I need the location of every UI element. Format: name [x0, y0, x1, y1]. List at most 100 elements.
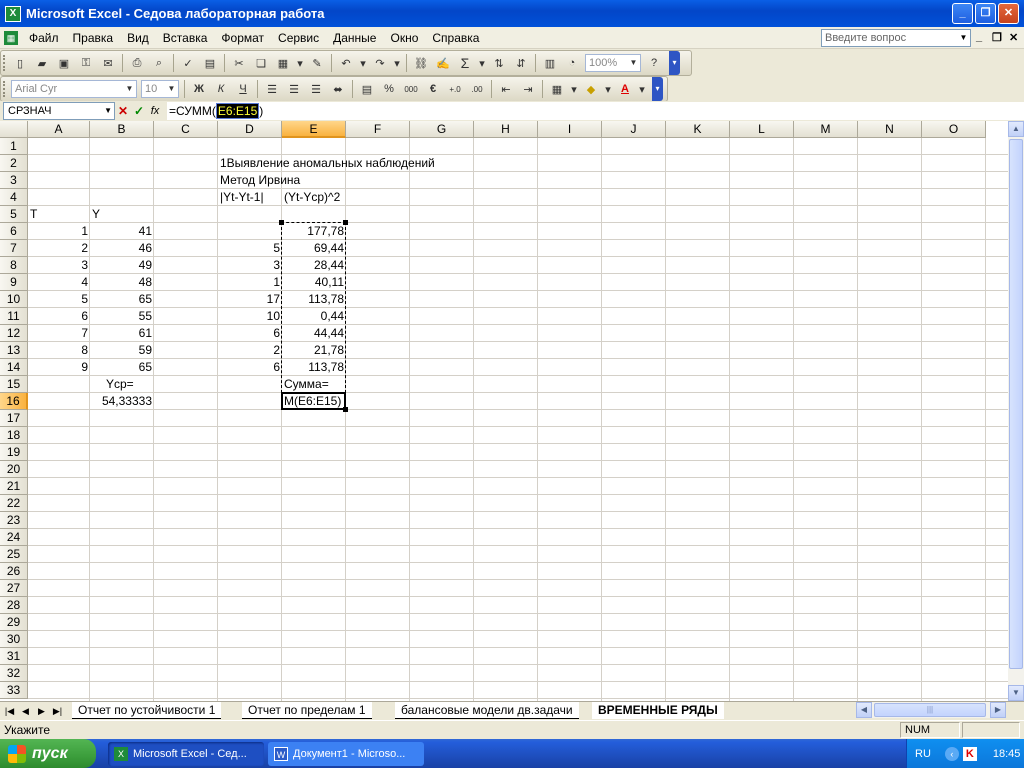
- cell-d11[interactable]: 10: [218, 308, 282, 325]
- cell-b10[interactable]: 65: [90, 291, 154, 308]
- row-header-3[interactable]: 3: [0, 172, 28, 189]
- row-header-15[interactable]: 15: [0, 376, 28, 393]
- toolbar-options-icon[interactable]: ▾: [669, 51, 680, 75]
- ask-question-input[interactable]: Введите вопрос: [821, 29, 971, 47]
- print-preview-icon[interactable]: ⌕: [150, 54, 168, 72]
- signature-icon[interactable]: ✍: [434, 54, 452, 72]
- decrease-indent-icon[interactable]: ⇤: [497, 80, 515, 98]
- close-button[interactable]: ✕: [998, 3, 1019, 24]
- horizontal-scroll-thumb[interactable]: |||: [874, 703, 986, 717]
- cell-a10[interactable]: 5: [28, 291, 90, 308]
- cell-d13[interactable]: 2: [218, 342, 282, 359]
- first-sheet-icon[interactable]: |◀: [3, 704, 16, 718]
- cell-a13[interactable]: 8: [28, 342, 90, 359]
- open-icon[interactable]: ▰: [33, 54, 51, 72]
- new-icon[interactable]: ▯: [11, 54, 29, 72]
- row-header-17[interactable]: 17: [0, 410, 28, 427]
- cell-a9[interactable]: 4: [28, 274, 90, 291]
- menu-window[interactable]: Окно: [383, 31, 425, 45]
- cell-b13[interactable]: 59: [90, 342, 154, 359]
- column-header-l[interactable]: L: [730, 121, 794, 138]
- sort-ascending-icon[interactable]: ⇅: [490, 54, 508, 72]
- spreadsheet-grid[interactable]: A B C D E F G H I J K L M N O 1 2 3 4 5 6 7 8 9 10 11 12 13 14 15 16 17…: [0, 121, 1008, 701]
- cell-a12[interactable]: 7: [28, 325, 90, 342]
- row-header-30[interactable]: 30: [0, 631, 28, 648]
- column-header-e[interactable]: E: [282, 121, 346, 138]
- save-icon[interactable]: ▣: [55, 54, 73, 72]
- next-sheet-icon[interactable]: ▶: [35, 704, 48, 718]
- row-header-27[interactable]: 27: [0, 580, 28, 597]
- research-icon[interactable]: ▤: [201, 54, 219, 72]
- row-header-29[interactable]: 29: [0, 614, 28, 631]
- decrease-decimal-icon[interactable]: .00: [468, 80, 486, 98]
- row-header-2[interactable]: 2: [0, 155, 28, 172]
- cell-e4-header[interactable]: (Yt-Ycp)^2: [282, 189, 342, 206]
- cell-d9[interactable]: 1: [218, 274, 282, 291]
- cell-d8[interactable]: 3: [218, 257, 282, 274]
- column-header-f[interactable]: F: [346, 121, 410, 138]
- cell-b11[interactable]: 55: [90, 308, 154, 325]
- print-icon[interactable]: ⎙: [128, 54, 146, 72]
- sheet-tab-stability[interactable]: Отчет по устойчивости 1: [72, 702, 222, 719]
- chart-wizard-icon[interactable]: ▥: [541, 54, 559, 72]
- column-header-m[interactable]: M: [794, 121, 858, 138]
- spelling-icon[interactable]: ✓: [179, 54, 197, 72]
- align-right-icon[interactable]: ☰: [307, 80, 325, 98]
- menu-data[interactable]: Данные: [326, 31, 383, 45]
- cell-e15-label[interactable]: Сумма=: [282, 376, 331, 393]
- permission-icon[interactable]: ⚿: [77, 54, 95, 72]
- format-painter-icon[interactable]: ✎: [308, 54, 326, 72]
- increase-decimal-icon[interactable]: +.0: [446, 80, 464, 98]
- column-header-n[interactable]: N: [858, 121, 922, 138]
- cell-b16-mean[interactable]: 54,33333: [90, 393, 154, 410]
- name-box-dropdown-icon[interactable]: ▼: [104, 104, 112, 118]
- row-header-23[interactable]: 23: [0, 512, 28, 529]
- taskbar-item-word[interactable]: W Документ1 - Microso...: [268, 742, 424, 766]
- cell-a8[interactable]: 3: [28, 257, 90, 274]
- cell-e16-formula[interactable]: М(E6:E15): [282, 393, 343, 410]
- cell-a6[interactable]: 1: [28, 223, 90, 240]
- enter-icon[interactable]: ✓: [131, 104, 147, 118]
- font-name-select[interactable]: Arial Cyr ▼: [11, 80, 137, 98]
- menu-view[interactable]: Вид: [120, 31, 156, 45]
- restore-button[interactable]: ❐: [975, 3, 996, 24]
- row-header-9[interactable]: 9: [0, 274, 28, 291]
- row-header-4[interactable]: 4: [0, 189, 28, 206]
- cell-a7[interactable]: 2: [28, 240, 90, 257]
- column-header-g[interactable]: G: [410, 121, 474, 138]
- column-header-k[interactable]: K: [666, 121, 730, 138]
- borders-icon[interactable]: ▦: [548, 80, 566, 98]
- column-header-c[interactable]: C: [154, 121, 218, 138]
- row-header-13[interactable]: 13: [0, 342, 28, 359]
- cell-e6[interactable]: 177,78: [282, 223, 346, 240]
- formatting-options-icon[interactable]: ▾: [652, 77, 663, 101]
- vertical-scrollbar[interactable]: ▲ ▼: [1008, 121, 1024, 701]
- euro-button[interactable]: €: [424, 80, 442, 98]
- name-box[interactable]: СРЗНАЧ ▼: [3, 102, 115, 120]
- menu-tools[interactable]: Сервис: [271, 31, 326, 45]
- row-header-18[interactable]: 18: [0, 427, 28, 444]
- column-header-d[interactable]: D: [218, 121, 282, 138]
- row-header-25[interactable]: 25: [0, 546, 28, 563]
- row-header-32[interactable]: 32: [0, 665, 28, 682]
- ask-dropdown-icon[interactable]: ▼: [957, 30, 970, 46]
- menu-help[interactable]: Справка: [425, 31, 486, 45]
- row-header-24[interactable]: 24: [0, 529, 28, 546]
- cell-a5-header[interactable]: T: [28, 206, 39, 223]
- language-indicator[interactable]: RU: [915, 748, 931, 760]
- undo-icon[interactable]: ↶: [337, 54, 355, 72]
- cell-e9[interactable]: 40,11: [282, 274, 346, 291]
- italic-button[interactable]: К: [212, 80, 230, 98]
- cut-icon[interactable]: ✂: [230, 54, 248, 72]
- cell-e14[interactable]: 113,78: [282, 359, 346, 376]
- column-header-i[interactable]: I: [538, 121, 602, 138]
- cell-d2-heading[interactable]: 1Выявление аномальных наблюдений: [218, 155, 437, 172]
- paste-dropdown-icon[interactable]: ▾: [296, 54, 304, 72]
- column-header-o[interactable]: O: [922, 121, 986, 138]
- start-button[interactable]: пуск: [0, 739, 96, 768]
- cell-a14[interactable]: 9: [28, 359, 90, 376]
- row-header-11[interactable]: 11: [0, 308, 28, 325]
- menu-insert[interactable]: Вставка: [156, 31, 215, 45]
- cell-b8[interactable]: 49: [90, 257, 154, 274]
- row-header-8[interactable]: 8: [0, 257, 28, 274]
